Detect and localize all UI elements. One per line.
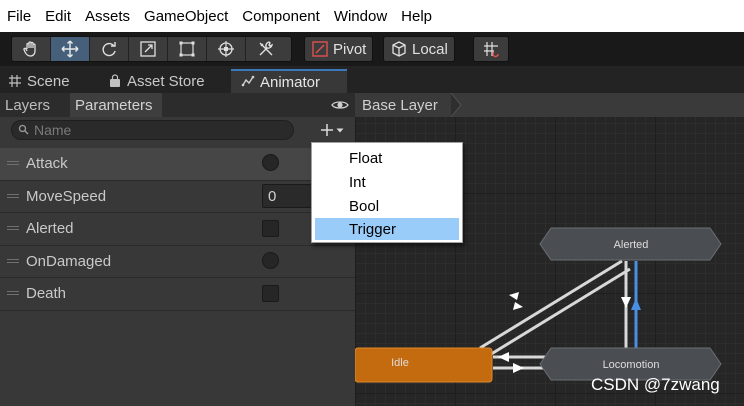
main-toolbar: Pivot Local xyxy=(0,32,744,66)
rect-tool-button[interactable] xyxy=(168,37,207,61)
menu-gameobject[interactable]: GameObject xyxy=(144,8,228,25)
menu-edit[interactable]: Edit xyxy=(45,8,71,25)
search-input[interactable] xyxy=(34,122,274,138)
grid-snap-icon xyxy=(484,42,499,58)
tab-scene-label: Scene xyxy=(27,72,70,90)
menu-help[interactable]: Help xyxy=(401,8,432,25)
local-label: Local xyxy=(412,40,448,58)
transition-arrow-icon xyxy=(621,297,631,308)
custom-tool-icon xyxy=(259,41,273,56)
search-icon xyxy=(18,124,29,135)
state-node-idle[interactable]: Idle xyxy=(355,347,493,383)
parameter-search-field[interactable] xyxy=(11,120,294,140)
cube-icon xyxy=(392,41,406,57)
transition-arrow-icon xyxy=(513,302,523,310)
parameter-name[interactable]: Attack xyxy=(26,155,68,172)
drag-handle-icon[interactable] xyxy=(7,291,19,297)
drag-handle-icon[interactable] xyxy=(7,226,19,232)
rotate-tool-button[interactable] xyxy=(90,37,129,61)
add-parameter-button[interactable] xyxy=(312,119,352,141)
state-node-label: Idle xyxy=(391,357,409,369)
rotate-tool-icon xyxy=(102,42,116,57)
hand-tool-button[interactable] xyxy=(12,37,51,61)
parameter-row-attack[interactable]: Attack xyxy=(0,148,355,181)
parameter-row-death[interactable]: Death xyxy=(0,278,355,311)
tab-layers[interactable]: Layers xyxy=(5,93,50,117)
custom-tool-button[interactable] xyxy=(246,37,285,61)
drag-handle-icon[interactable] xyxy=(7,193,19,200)
parameter-name[interactable]: OnDamaged xyxy=(26,253,111,270)
bag-icon xyxy=(110,74,120,87)
animator-graph-canvas[interactable]: Base Layer Alerted Locomotion Idle xyxy=(355,93,744,406)
watermark: CSDN @7zwang xyxy=(591,375,720,394)
state-node-label: Alerted xyxy=(614,239,649,251)
transition-arrow-icon xyxy=(513,363,524,373)
snap-toggle-button[interactable] xyxy=(473,36,509,62)
menu-bar: File Edit Assets GameObject Component Wi… xyxy=(0,0,744,32)
transform-tool-button[interactable] xyxy=(207,37,246,61)
menu-component[interactable]: Component xyxy=(242,8,320,25)
add-parameter-menu: Float Int Bool Trigger xyxy=(311,142,463,243)
trigger-radio[interactable] xyxy=(262,154,279,171)
state-node-alerted[interactable]: Alerted xyxy=(539,227,722,261)
bool-checkbox[interactable] xyxy=(262,285,279,302)
chevron-down-icon xyxy=(336,128,344,133)
scale-tool-icon xyxy=(140,41,156,57)
parameter-row-alerted[interactable]: Alerted xyxy=(0,213,355,246)
menu-item-trigger[interactable]: Trigger xyxy=(315,218,459,240)
transform-tools xyxy=(11,36,292,62)
menu-file[interactable]: File xyxy=(7,8,31,25)
menu-item-int[interactable]: Int xyxy=(315,171,459,193)
drag-handle-icon[interactable] xyxy=(7,161,19,167)
drag-handle-icon[interactable] xyxy=(7,258,19,265)
parameter-name[interactable]: Alerted xyxy=(26,220,74,237)
menu-assets[interactable]: Assets xyxy=(85,8,130,25)
transition-arrow-icon xyxy=(509,292,519,300)
scale-tool-button[interactable] xyxy=(129,37,168,61)
local-toggle-button[interactable]: Local xyxy=(383,36,455,62)
pivot-toggle-button[interactable]: Pivot xyxy=(304,36,374,62)
parameter-row-ondamaged[interactable]: OnDamaged xyxy=(0,246,355,278)
tab-asset-store-label: Asset Store xyxy=(127,72,205,90)
transition-arrow-icon xyxy=(631,298,641,310)
tab-asset-store[interactable]: Asset Store xyxy=(108,69,205,93)
tab-parameters[interactable]: Parameters xyxy=(70,93,162,117)
pivot-label: Pivot xyxy=(333,40,367,58)
hand-tool-icon xyxy=(23,41,36,57)
rect-tool-icon xyxy=(179,41,195,57)
tab-animator-label: Animator xyxy=(260,73,321,91)
animator-side-panel: Layers Parameters Attack MoveSpeed 0 Ale… xyxy=(0,93,355,406)
transition-alerted-idle[interactable] xyxy=(479,259,631,358)
transition-arrow-icon xyxy=(498,352,509,362)
parameter-name[interactable]: Death xyxy=(26,285,66,302)
parameter-row-movespeed[interactable]: MoveSpeed 0 xyxy=(0,181,355,213)
bool-checkbox[interactable] xyxy=(262,220,279,237)
animator-icon xyxy=(241,75,255,87)
trigger-radio[interactable] xyxy=(262,251,279,269)
parameter-name[interactable]: MoveSpeed xyxy=(26,188,106,205)
transform-tool-icon xyxy=(218,41,234,57)
eye-icon[interactable] xyxy=(331,97,349,113)
parameter-list: Attack MoveSpeed 0 Alerted OnDamaged Dea… xyxy=(0,148,355,311)
plus-icon xyxy=(321,124,333,136)
menu-item-float[interactable]: Float xyxy=(315,147,459,169)
tab-animator[interactable]: Animator xyxy=(231,69,347,93)
float-value-field[interactable]: 0 xyxy=(262,183,312,208)
side-panel-tabs: Layers Parameters xyxy=(0,93,355,117)
grid-icon xyxy=(9,75,21,87)
move-tool-icon xyxy=(61,40,79,58)
transition-idle-locomotion[interactable] xyxy=(493,352,545,373)
menu-item-bool[interactable]: Bool xyxy=(315,195,459,217)
menu-window[interactable]: Window xyxy=(334,8,387,25)
state-node-label: Locomotion xyxy=(603,359,660,371)
state-graph: Alerted Locomotion Idle xyxy=(355,227,722,383)
pivot-icon xyxy=(312,41,328,57)
tab-scene[interactable]: Scene xyxy=(8,69,70,93)
move-tool-button[interactable] xyxy=(51,37,90,61)
window-tab-strip: Scene Asset Store Animator xyxy=(0,66,744,93)
